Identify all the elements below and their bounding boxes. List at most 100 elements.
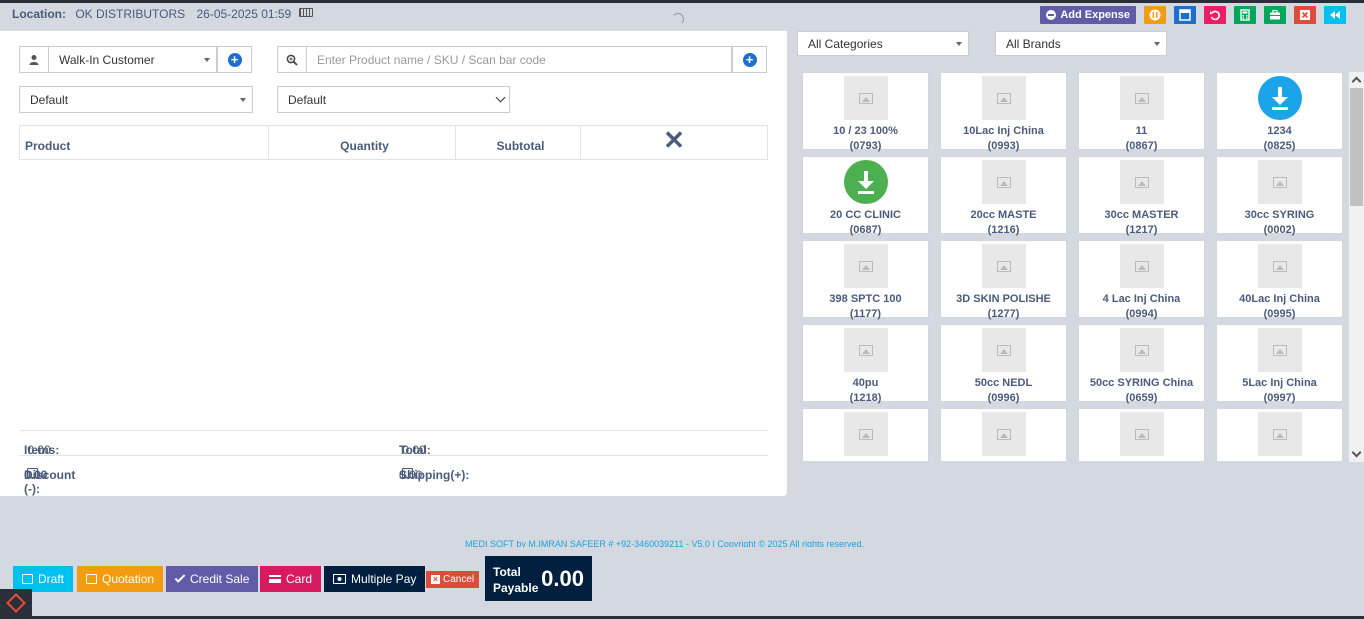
draft-label: Draft <box>38 572 65 586</box>
product-card[interactable]: 30cc SYRING (0002) <box>1217 157 1342 236</box>
card-button[interactable]: Card <box>260 566 322 592</box>
multiple-pay-label: Multiple Pay <box>351 572 417 586</box>
image-placeholder-icon <box>843 328 888 372</box>
product-sku: (0994) <box>1125 308 1158 320</box>
image-placeholder-icon <box>1119 160 1164 204</box>
category-filter-select[interactable]: All Categories <box>797 31 969 56</box>
product-sku: (0995) <box>1263 308 1296 320</box>
product-card[interactable]: 50cc SYRING China (0659) <box>1079 325 1204 404</box>
plus-circle-icon: + <box>742 52 757 67</box>
image-placeholder-icon <box>981 328 1026 372</box>
product-card[interactable]: 11 (0867) <box>1079 73 1204 152</box>
laravel-logo-icon <box>6 593 26 613</box>
pause-circle-icon <box>1149 9 1161 21</box>
close-box-icon: × <box>431 574 440 584</box>
product-sku: (0659) <box>1125 392 1158 404</box>
quotation-button[interactable]: Quotation <box>77 566 164 592</box>
product-name: 30cc SYRING <box>1244 209 1315 221</box>
undo-button[interactable] <box>1204 6 1226 24</box>
credit-sale-button[interactable]: Credit Sale <box>166 566 259 592</box>
location-label: Location: <box>12 7 66 21</box>
price-group-select[interactable]: Default <box>19 86 253 113</box>
product-card[interactable]: 10Lac Inj China (0993) <box>941 73 1066 152</box>
location-value: OK DISTRIBUTORS <box>75 7 186 21</box>
product-card[interactable]: 40pu (1218) <box>803 325 928 404</box>
scroll-thumb[interactable] <box>1350 88 1363 206</box>
product-name: 11 <box>1135 125 1148 137</box>
product-name: 398 SPTC 100 <box>829 293 902 305</box>
product-name: 50cc NEDL <box>974 377 1033 389</box>
product-name: 10 / 23 100% <box>833 125 898 137</box>
product-card[interactable]: 398 SPTC 100 (1177) <box>803 241 928 320</box>
add-expense-button[interactable]: Add Expense <box>1040 6 1136 24</box>
customer-group: Walk-In Customer + <box>19 46 252 73</box>
product-sku: (0793) <box>849 140 882 152</box>
scroll-down-icon[interactable] <box>1351 447 1362 458</box>
caret-down-icon <box>240 98 246 102</box>
total-payable-label: Total Payable <box>493 564 538 596</box>
datetime: 26-05-2025 01:59 <box>196 7 292 21</box>
product-search-input[interactable]: Enter Product name / SKU / Scan bar code <box>307 46 732 73</box>
image-placeholder-icon <box>981 244 1026 288</box>
user-icon <box>29 54 39 65</box>
totals-row-2: Discount (-): 0.00 Shipping(+): 0.00 <box>19 455 768 496</box>
calculator-button[interactable] <box>1234 6 1256 24</box>
add-customer-button[interactable]: + <box>217 46 252 73</box>
register-briefcase-button[interactable] <box>1264 6 1286 24</box>
image-placeholder-icon <box>843 76 888 120</box>
go-back-button[interactable] <box>1324 6 1346 24</box>
image-placeholder-icon <box>1257 244 1302 288</box>
add-product-button[interactable]: + <box>732 46 767 73</box>
product-card[interactable]: 1234 (0825) <box>1217 73 1342 152</box>
product-card[interactable]: 5Lac Inj China (0997) <box>1217 325 1342 404</box>
quotation-label: Quotation <box>102 572 155 586</box>
total-payable-box: Total Payable 0.00 <box>485 556 592 601</box>
customer-select[interactable]: Walk-In Customer <box>49 46 217 73</box>
keyboard-icon[interactable] <box>298 8 313 18</box>
location-info: Location: OK DISTRIBUTORS 26-05-2025 01:… <box>12 7 313 21</box>
product-card[interactable]: 3D SKIN POLISHE (1277) <box>941 241 1066 320</box>
cancel-button[interactable]: × Cancel <box>426 571 480 588</box>
product-sku: (0867) <box>1125 140 1158 152</box>
footer-copyright: MEDI SOFT by M.IMRAN SAFEER # +92-346003… <box>465 540 865 547</box>
product-card[interactable]: 4 Lac Inj China (0994) <box>1079 241 1204 320</box>
chevron-down-icon <box>495 92 506 103</box>
product-card[interactable] <box>803 409 928 461</box>
register-details-button[interactable] <box>1174 6 1196 24</box>
brand-filter-select[interactable]: All Brands <box>995 31 1167 56</box>
caret-down-icon <box>1154 42 1160 46</box>
product-card[interactable]: 10 / 23 100% (0793) <box>803 73 928 152</box>
types-of-service-select[interactable]: Default <box>277 86 510 113</box>
product-card[interactable] <box>1217 409 1342 461</box>
product-list-scrollbar[interactable] <box>1349 72 1364 462</box>
image-placeholder-icon <box>981 412 1026 456</box>
product-card[interactable]: 20 CC CLINIC (0687) <box>803 157 928 236</box>
card-label: Card <box>286 572 313 586</box>
close-register-button[interactable] <box>1294 6 1316 24</box>
product-card[interactable]: 40Lac Inj China (0995) <box>1217 241 1342 320</box>
add-expense-label: Add Expense <box>1060 9 1130 21</box>
scroll-up-icon[interactable] <box>1351 76 1362 87</box>
product-card[interactable] <box>941 409 1066 461</box>
close-square-icon <box>1300 10 1310 20</box>
product-card[interactable] <box>1079 409 1204 461</box>
product-column-header: Product <box>19 125 269 160</box>
subtotal-column-header: Subtotal <box>455 125 581 160</box>
multiple-pay-button[interactable]: Multiple Pay <box>324 566 426 592</box>
undo-icon <box>1210 10 1220 21</box>
cart-table-header: Product Quantity Subtotal ✕ <box>19 125 768 160</box>
product-name: 20 CC CLINIC <box>830 209 901 221</box>
check-icon <box>174 572 186 583</box>
product-grid: 10 / 23 100% (0793) 10Lac Inj China (0993) 1… <box>803 73 1344 461</box>
close-icon: ✕ <box>663 125 685 155</box>
money-icon <box>333 574 346 584</box>
laravel-debugbar-button[interactable] <box>0 589 32 617</box>
types-of-service-value: Default <box>288 92 327 107</box>
product-sku: (1177) <box>849 308 882 320</box>
plus-circle-icon: + <box>227 52 242 67</box>
product-card[interactable]: 20cc MASTE (1216) <box>941 157 1066 236</box>
product-card[interactable]: 50cc NEDL (0996) <box>941 325 1066 404</box>
suspended-sales-button[interactable] <box>1144 6 1166 24</box>
product-name: 40Lac Inj China <box>1239 293 1320 305</box>
product-card[interactable]: 30cc MASTER (1217) <box>1079 157 1204 236</box>
